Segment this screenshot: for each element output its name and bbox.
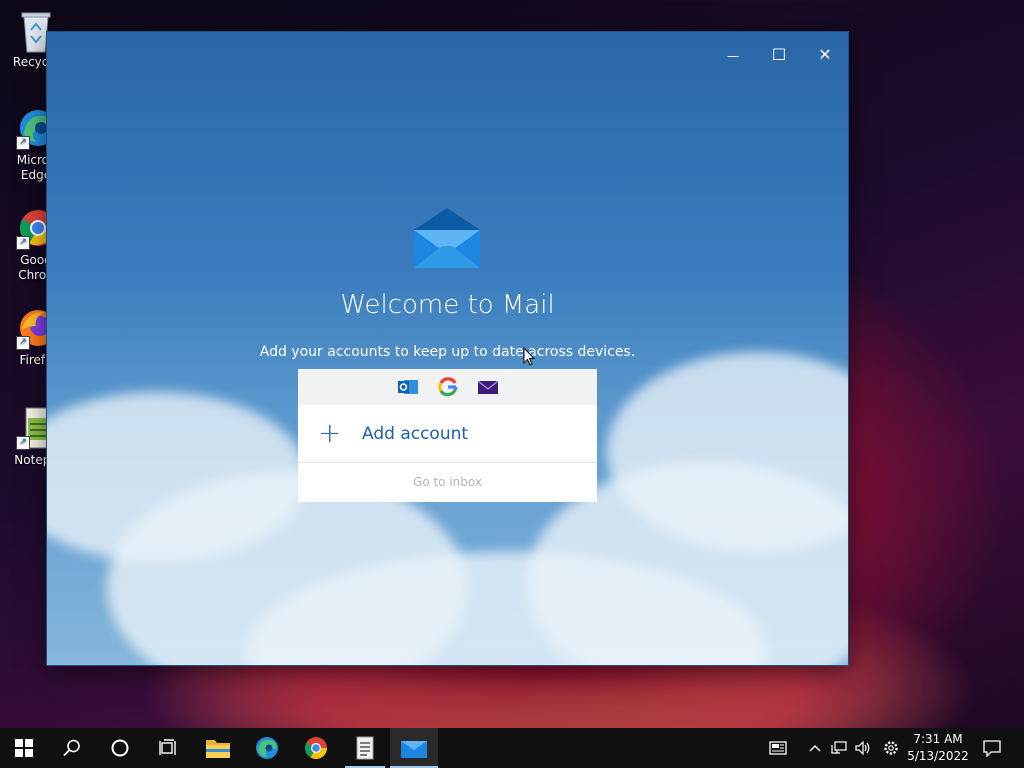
go-to-inbox-button[interactable]: Go to inbox — [298, 463, 597, 502]
taskbar-edge[interactable] — [243, 728, 291, 768]
cortana-button[interactable] — [96, 728, 144, 768]
add-account-button[interactable]: + Add account — [298, 405, 597, 463]
action-center-button[interactable] — [978, 728, 1006, 768]
taskbar-notepad[interactable] — [341, 728, 389, 768]
shortcut-arrow-icon: ↗ — [16, 436, 30, 450]
welcome-title: Welcome to Mail — [340, 290, 555, 320]
outlook-icon — [398, 377, 418, 397]
notification-icon — [983, 739, 1001, 757]
taskbar-mail[interactable] — [390, 728, 438, 768]
minimize-icon: — — [727, 49, 739, 63]
account-card: + Add account Go to inbox — [298, 369, 597, 502]
mail-logo-icon — [414, 208, 480, 272]
start-button[interactable] — [0, 728, 48, 768]
task-view-button[interactable] — [144, 728, 192, 768]
taskbar-chrome[interactable] — [292, 728, 340, 768]
notepad-icon — [356, 736, 374, 760]
start-icon — [15, 739, 33, 757]
cortana-icon — [111, 739, 129, 757]
google-icon — [438, 377, 458, 397]
close-icon: ✕ — [818, 45, 832, 64]
mail-window: — ☐ ✕ Welcome to Mail Add your accounts … — [47, 32, 848, 665]
shortcut-arrow-icon: ↗ — [16, 136, 30, 150]
mouse-cursor-icon — [523, 346, 536, 370]
volume-icon — [855, 741, 870, 755]
mail-icon — [401, 741, 427, 758]
news-icon — [769, 741, 787, 755]
add-account-label: Add account — [362, 424, 469, 444]
go-to-inbox-label: Go to inbox — [413, 475, 482, 489]
task-view-icon — [159, 739, 176, 755]
search-icon — [63, 739, 80, 757]
mail-icon — [477, 377, 499, 397]
network-button[interactable] — [829, 728, 849, 768]
minimize-button[interactable]: — — [710, 40, 756, 70]
show-hidden-icons-button[interactable] — [806, 728, 824, 768]
chrome-icon — [305, 737, 327, 759]
clock-date: 5/13/2022 — [907, 749, 969, 763]
taskbar: 7:31 AM 5/13/2022 — [0, 728, 1024, 768]
welcome-subtitle: Add your accounts to keep up to date acr… — [259, 344, 636, 360]
volume-button[interactable] — [853, 728, 873, 768]
plus-icon: + — [318, 416, 342, 449]
close-button[interactable]: ✕ — [802, 40, 848, 70]
taskbar-file-explorer[interactable] — [194, 728, 242, 768]
maximize-button[interactable]: ☐ — [756, 40, 802, 70]
clock-time: 7:31 AM — [913, 732, 963, 746]
settings-button[interactable] — [880, 728, 902, 768]
shortcut-arrow-icon: ↗ — [16, 336, 30, 350]
maximize-icon: ☐ — [771, 45, 787, 64]
settings-icon — [884, 741, 898, 755]
news-button[interactable] — [766, 728, 790, 768]
file-explorer-icon — [206, 740, 230, 758]
network-icon — [831, 741, 847, 754]
shortcut-arrow-icon: ↗ — [16, 236, 30, 250]
edge-icon — [256, 737, 278, 759]
search-button[interactable] — [48, 728, 96, 768]
provider-bar — [298, 369, 597, 405]
chevron-up-icon — [809, 745, 821, 752]
clock[interactable]: 7:31 AM 5/13/2022 — [906, 731, 970, 765]
